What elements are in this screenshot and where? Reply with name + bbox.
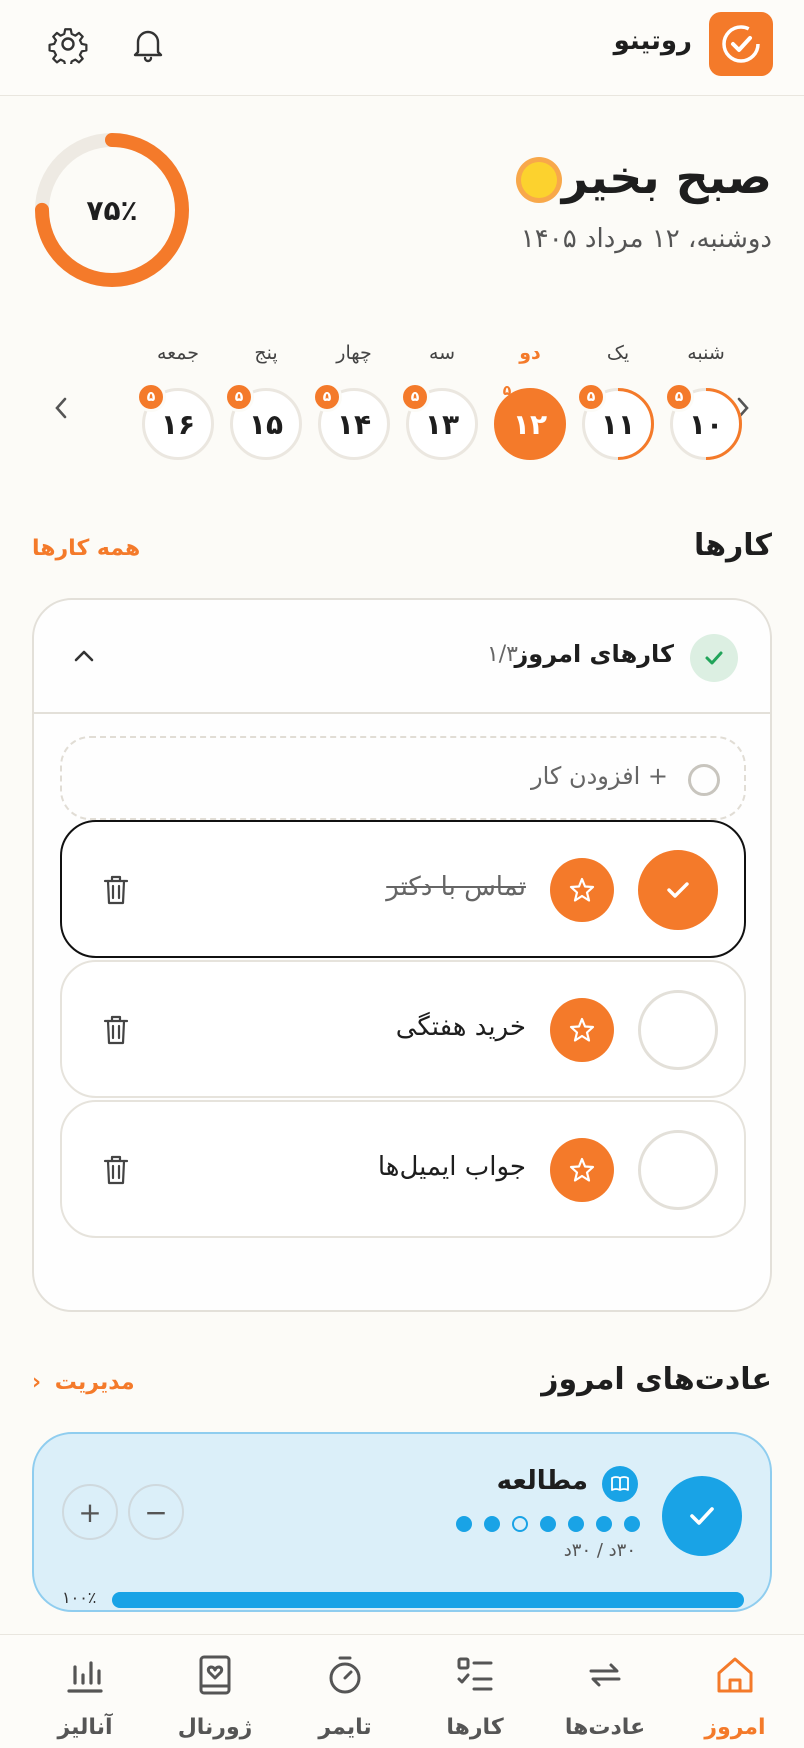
increment-button[interactable]: +	[62, 1484, 118, 1540]
day-name: چهار	[336, 342, 372, 364]
habit-streak-dot	[624, 1516, 640, 1532]
task-label: جواب ایمیل‌ها	[377, 1152, 526, 1182]
day-badge: ۵	[224, 382, 254, 412]
day-badge: ۵	[664, 382, 694, 412]
greeting-title: صبح بخیر	[561, 150, 772, 204]
bell-icon[interactable]	[124, 20, 172, 68]
nav-label: ژورنال	[177, 1715, 253, 1740]
tasks-card-header[interactable]: کارهای امروز ۱/۳	[34, 600, 770, 714]
habit-name: مطالعه	[496, 1466, 588, 1496]
task-checkbox[interactable]	[638, 990, 718, 1070]
nav-item-home[interactable]: امروز	[670, 1635, 800, 1748]
tasks-card-count: ۱/۳	[486, 642, 518, 667]
day-name: شنبه	[687, 342, 725, 364]
task-row[interactable]: خرید هفتگی	[60, 960, 746, 1098]
day-badge: ۵	[136, 382, 166, 412]
top-bar: روتینو	[0, 0, 804, 96]
day-6[interactable]: جمعه ۱۶ ۵	[136, 342, 218, 482]
day-1[interactable]: یک ۱۱ ۵	[576, 342, 658, 482]
repeat-icon	[581, 1651, 629, 1699]
nav-label: عادت‌ها	[564, 1715, 646, 1740]
manage-habits-label: مدیریت	[54, 1370, 135, 1395]
habit-percent: ۱۰۰٪	[62, 1588, 97, 1607]
nav-item-timer[interactable]: تایمر	[280, 1635, 410, 1748]
day-badge: ۵	[312, 382, 342, 412]
trash-icon[interactable]	[98, 1010, 134, 1050]
nav-label: کارها	[446, 1715, 504, 1740]
app-logo-icon	[709, 12, 773, 76]
timer-icon	[321, 1651, 369, 1699]
chevron-left-icon: ‹	[32, 1370, 42, 1395]
trash-icon[interactable]	[98, 1150, 134, 1190]
nav-label: آنالیز	[57, 1715, 113, 1740]
day-badge: ۵	[502, 383, 512, 399]
star-icon[interactable]	[550, 998, 614, 1062]
habit-streak-dot	[512, 1516, 528, 1532]
day-2[interactable]: دو ۱۲ ۵	[490, 342, 570, 482]
bottom-navigation: امروز عادت‌ها کارها تایمر ژورنال آنالیز	[0, 1634, 804, 1748]
nav-item-repeat[interactable]: عادت‌ها	[540, 1635, 670, 1748]
tasks-card-title: کارهای امروز	[514, 640, 674, 668]
task-checkbox[interactable]	[638, 1130, 718, 1210]
radio-empty-icon	[688, 764, 720, 796]
habit-streak-dot	[568, 1516, 584, 1532]
task-row[interactable]: جواب ایمیل‌ها	[60, 1100, 746, 1238]
checklist-icon	[451, 1651, 499, 1699]
journal-icon	[191, 1651, 239, 1699]
all-tasks-link[interactable]: همه کارها	[32, 536, 140, 561]
book-icon	[602, 1466, 638, 1502]
day-name: جمعه	[156, 342, 200, 364]
nav-label: تایمر	[318, 1715, 372, 1740]
daily-progress-label: ۷۵٪	[86, 193, 138, 227]
habit-progress-bar	[112, 1592, 744, 1608]
nav-label: امروز	[704, 1715, 766, 1740]
add-task-label: + افزودن کار	[531, 762, 668, 790]
day-5[interactable]: پنج ۱۵ ۵	[224, 342, 306, 482]
habits-section-title: عادت‌های امروز	[541, 1362, 772, 1397]
trash-icon[interactable]	[98, 870, 134, 910]
decrement-button[interactable]: −	[128, 1484, 184, 1540]
nav-item-journal[interactable]: ژورنال	[150, 1635, 280, 1748]
task-row[interactable]: تماس با دکتر	[60, 820, 746, 958]
day-3[interactable]: سه ۱۳ ۵	[400, 342, 482, 482]
sun-icon	[514, 155, 564, 209]
tasks-section-title: کارها	[693, 528, 772, 563]
chart-icon	[61, 1651, 109, 1699]
day-4[interactable]: چهار ۱۴ ۵	[312, 342, 394, 482]
today-tasks-card: کارهای امروز ۱/۳ + افزودن کار تماس با دک…	[32, 598, 772, 1312]
habit-card[interactable]: مطالعه ۳۰د / ۳۰د − + ۱۰۰٪	[32, 1432, 772, 1612]
habit-streak-dot	[540, 1516, 556, 1532]
habit-streak-dot	[484, 1516, 500, 1532]
date-label: دوشنبه، ۱۲ مرداد ۱۴۰۵	[520, 224, 772, 254]
habit-check-button[interactable]	[662, 1476, 742, 1556]
day-name: یک	[606, 342, 630, 364]
task-label: خرید هفتگی	[395, 1012, 526, 1042]
day-name: دو	[519, 342, 541, 364]
habit-progress-fill	[112, 1592, 744, 1608]
nav-item-checklist[interactable]: کارها	[410, 1635, 540, 1748]
task-checkbox[interactable]	[638, 850, 718, 930]
chevron-up-icon[interactable]	[64, 636, 104, 676]
add-task-row[interactable]: + افزودن کار	[60, 736, 746, 820]
habit-streak-dot	[456, 1516, 472, 1532]
home-icon	[711, 1651, 759, 1699]
star-icon[interactable]	[550, 858, 614, 922]
gear-icon[interactable]	[44, 20, 92, 68]
day-name: سه	[428, 342, 456, 364]
day-badge: ۵	[576, 382, 606, 412]
check-icon	[690, 634, 738, 682]
habit-time: ۳۰د / ۳۰د	[563, 1540, 636, 1561]
day-badge: ۵	[400, 382, 430, 412]
task-label: تماس با دکتر	[386, 872, 526, 902]
prev-week-arrow[interactable]	[46, 388, 76, 428]
day-name: پنج	[254, 342, 278, 364]
star-icon[interactable]	[550, 1138, 614, 1202]
nav-item-chart[interactable]: آنالیز	[20, 1635, 150, 1748]
app-name: روتینو	[613, 26, 692, 56]
habit-streak-dot	[596, 1516, 612, 1532]
day-0[interactable]: شنبه ۱۰ ۵	[664, 342, 746, 482]
manage-habits-link[interactable]: مدیریت ‹	[32, 1370, 135, 1395]
